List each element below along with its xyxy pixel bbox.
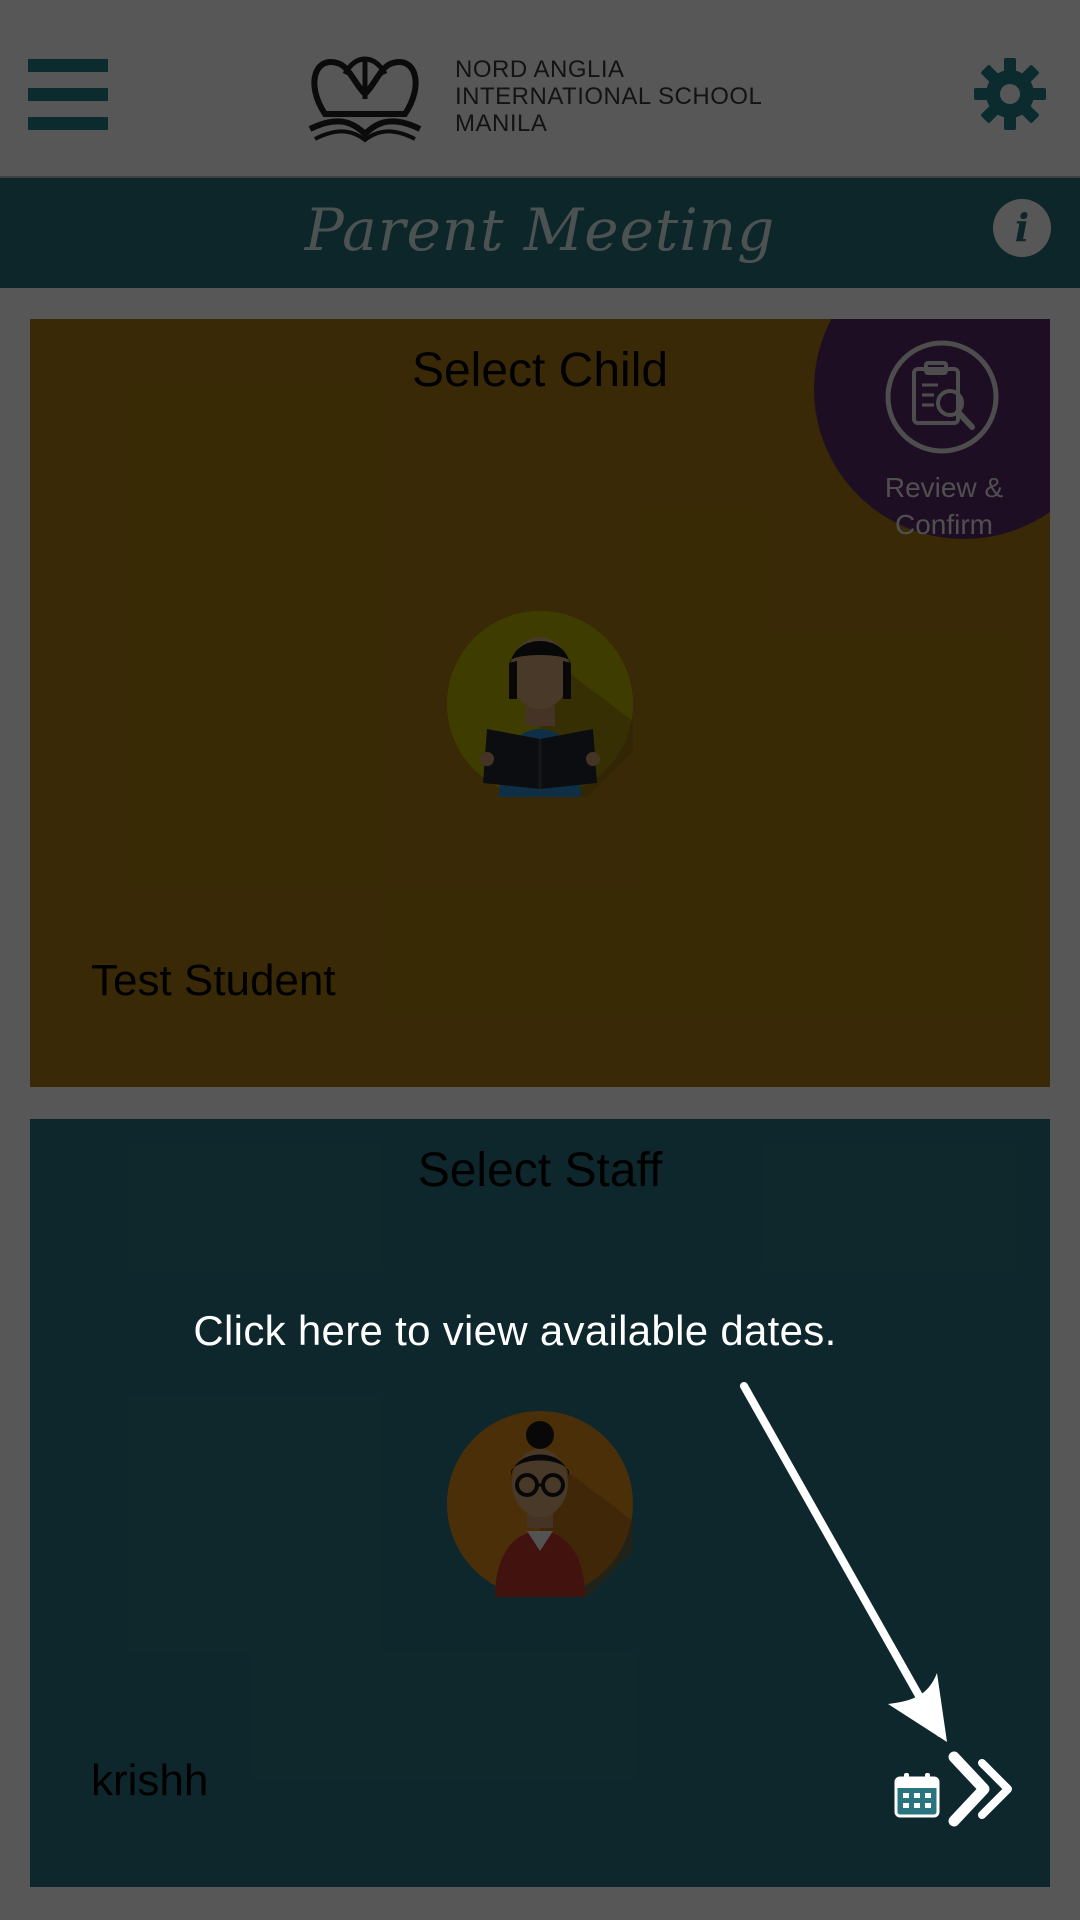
teacher-avatar [447,1411,633,1597]
double-chevron-right-icon [948,1751,1012,1827]
tutorial-hint: Click here to view available dates. [193,1307,837,1354]
select-staff-title: Select Staff [417,1144,663,1197]
clipboard-search-icon [885,340,999,454]
page-title: Parent Meeting [304,196,776,264]
school-name-line2: INTERNATIONAL SCHOOL [455,83,763,110]
gear-icon[interactable] [972,56,1048,132]
school-crest-icon [308,56,422,143]
view-dates-button[interactable] [890,1749,1020,1833]
select-child-card[interactable]: Select Child Review & Confirm Test Stude… [30,319,1050,1087]
title-bar: Parent Meeting [0,178,1080,288]
review-confirm-button[interactable]: Review & Confirm [814,319,1050,540]
student-reading-avatar [447,611,633,797]
staff-name: krishh [91,1756,209,1805]
review-confirm-label: Review & Confirm [884,472,1004,540]
app-header: NORD ANGLIA INTERNATIONAL SCHOOL MANILA [0,0,1080,178]
child-name: Test Student [91,956,336,1005]
info-icon[interactable]: i [993,199,1051,257]
school-name-line1: NORD ANGLIA [455,56,625,83]
school-name-line3: MANILA [455,110,548,137]
hamburger-menu-icon [28,59,108,72]
hamburger-menu-icon-bar [28,117,108,130]
school-name: NORD ANGLIA INTERNATIONAL SCHOOL MANILA [455,56,762,137]
school-logo: NORD ANGLIA INTERNATIONAL SCHOOL MANILA [295,44,795,148]
menu-button[interactable] [28,59,108,131]
calendar-icon [894,1773,940,1818]
hamburger-menu-icon-bar [28,88,108,101]
